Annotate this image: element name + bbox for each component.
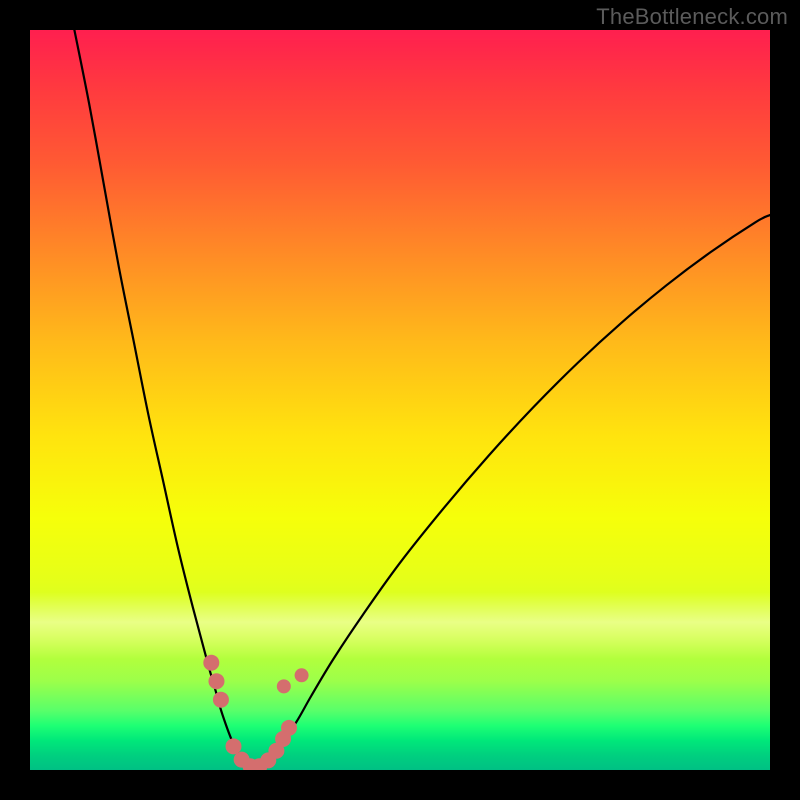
data-marker — [208, 673, 224, 689]
chart-stage: TheBottleneck.com — [0, 0, 800, 800]
data-marker — [203, 655, 219, 671]
curve-left — [74, 30, 244, 763]
curve-right — [267, 215, 770, 763]
data-marker — [213, 692, 229, 708]
marker-group — [203, 655, 308, 770]
curve-layer — [30, 30, 770, 770]
data-marker — [226, 738, 242, 754]
data-marker — [277, 679, 291, 693]
watermark-text: TheBottleneck.com — [596, 4, 788, 30]
data-marker — [295, 668, 309, 682]
data-marker — [281, 720, 297, 736]
plot-area — [30, 30, 770, 770]
